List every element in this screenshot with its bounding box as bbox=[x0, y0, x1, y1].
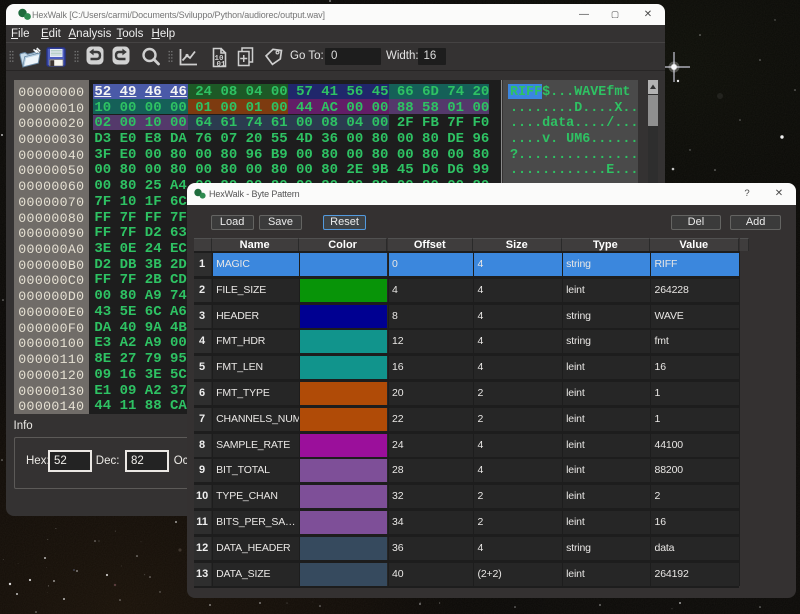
svg-text:01: 01 bbox=[217, 61, 227, 69]
